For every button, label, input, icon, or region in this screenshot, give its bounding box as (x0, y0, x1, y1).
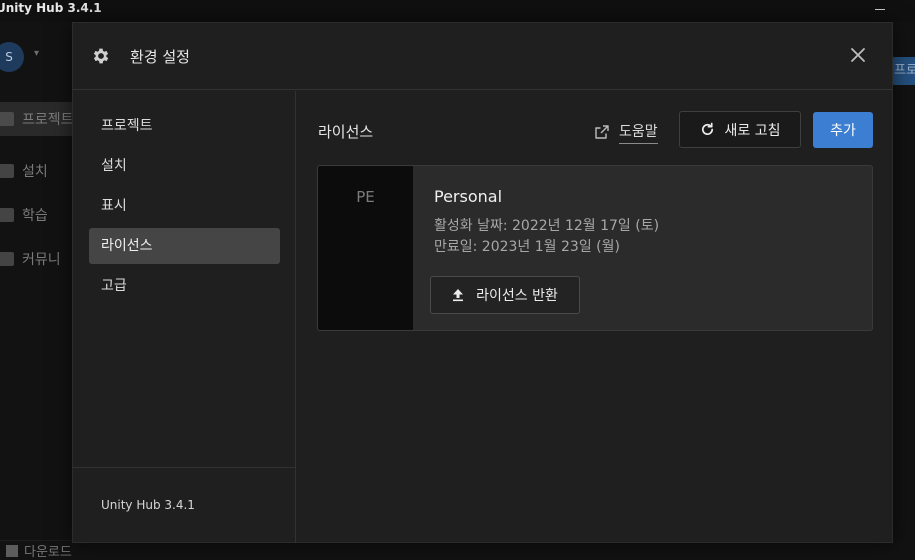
avatar: S (0, 42, 24, 72)
preferences-nav: 프로젝트 설치 표시 라이선스 고급 Unity Hub 3.4.1 (73, 91, 296, 543)
licenses-panel: 라이선스 도움말 새로 고침 추가 PE Personal 활성화 날짜: 20… (297, 91, 893, 543)
return-license-button[interactable]: 라이선스 반환 (430, 276, 580, 314)
license-expiry-date: 만료일: 2023년 1월 23일 (월) (434, 239, 620, 255)
preferences-dialog: 환경 설정 프로젝트 설치 표시 라이선스 고급 Unity Hub 3.4.1… (72, 22, 893, 543)
bg-sidebar-item-community: 커뮤니 (0, 242, 72, 276)
lock-icon (0, 164, 14, 178)
license-card: PE Personal 활성화 날짜: 2022년 12월 17일 (토) 만료… (317, 165, 873, 331)
close-icon[interactable] (850, 47, 866, 63)
app-version: Unity Hub 3.4.1 (101, 498, 195, 512)
bg-sidebar-item-learn: 학습 (0, 198, 72, 232)
bg-sidebar-label: 커뮤니 (22, 252, 61, 268)
license-badge: PE (318, 166, 413, 330)
chevron-down-icon: ▾ (34, 48, 40, 59)
nav-item-licenses[interactable]: 라이선스 (89, 228, 280, 264)
license-name: Personal (434, 187, 503, 206)
help-link-label: 도움말 (619, 121, 658, 144)
people-icon (0, 252, 14, 266)
section-title: 라이선스 (318, 123, 374, 141)
bg-primary-button: 프로 (891, 57, 915, 85)
bg-sidebar-label: 설치 (22, 164, 48, 180)
nav-item-projects[interactable]: 프로젝트 (89, 108, 280, 144)
external-link-icon (595, 125, 609, 139)
minimize-icon[interactable] (875, 3, 885, 10)
nav-item-advanced[interactable]: 고급 (89, 268, 280, 304)
graduation-cap-icon (0, 208, 14, 222)
dialog-title: 환경 설정 (130, 48, 190, 66)
refresh-icon (701, 122, 713, 135)
return-license-label: 라이선스 반환 (476, 288, 558, 304)
nav-item-installs[interactable]: 설치 (89, 148, 280, 184)
gear-icon (93, 48, 109, 64)
bg-downloads-label: 다운로드 (24, 545, 72, 560)
bg-downloads: 다운로드 (0, 540, 215, 560)
bg-sidebar-item-installs: 설치 (0, 154, 72, 188)
add-license-button[interactable]: 추가 (813, 112, 873, 148)
nav-footer: Unity Hub 3.4.1 (73, 467, 295, 543)
window-titlebar: Unity Hub 3.4.1 (0, 0, 915, 22)
refresh-button[interactable]: 새로 고침 (679, 111, 801, 148)
nav-item-appearance[interactable]: 표시 (89, 188, 280, 224)
bg-sidebar-item-projects: 프로젝트 (0, 102, 74, 136)
dialog-header: 환경 설정 (73, 23, 892, 90)
help-link[interactable]: 도움말 (594, 120, 658, 144)
window-title: Unity Hub 3.4.1 (0, 1, 102, 15)
license-activation-date: 활성화 날짜: 2022년 12월 17일 (토) (434, 218, 660, 234)
refresh-button-label: 새로 고침 (724, 122, 781, 139)
upload-icon (453, 289, 464, 302)
cube-icon (0, 112, 14, 126)
download-icon (6, 544, 18, 557)
bg-sidebar-label: 학습 (22, 208, 48, 224)
bg-sidebar-label: 프로젝트 (22, 112, 74, 128)
